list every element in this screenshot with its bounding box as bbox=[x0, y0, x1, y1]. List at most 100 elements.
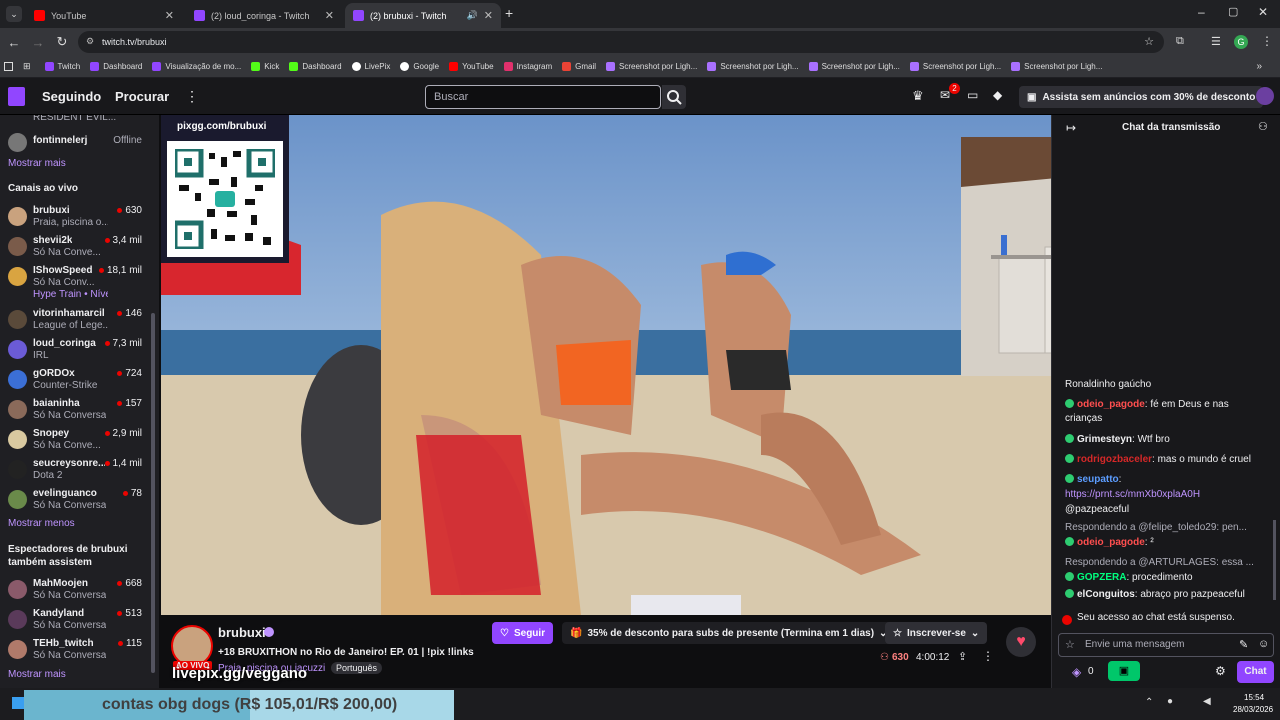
channel-name[interactable]: brubuxi bbox=[218, 625, 266, 640]
language-tag[interactable]: Português bbox=[331, 662, 383, 674]
address-bar[interactable]: ⚙ twitch.tv/brubuxi ☆ bbox=[78, 31, 1164, 53]
nav-browse[interactable]: Procurar bbox=[115, 89, 169, 104]
sidebar-channel-evelinguanco[interactable]: evelinguanco Só Na Conversa 78 bbox=[0, 486, 152, 516]
microphone-icon[interactable]: ● bbox=[1167, 696, 1173, 707]
chat-scrollbar[interactable] bbox=[1273, 520, 1276, 600]
nav-following[interactable]: Seguindo bbox=[42, 89, 101, 104]
close-icon[interactable]: ✕ bbox=[325, 9, 334, 22]
show-more-link[interactable]: Mostrar mais bbox=[8, 669, 66, 680]
sidebar-channel-brubuxi[interactable]: brubuxi Praia, piscina o... 630 bbox=[0, 203, 152, 233]
prime-crown-icon[interactable]: ♛ bbox=[912, 88, 924, 104]
chat-username[interactable]: GOPZERA bbox=[1077, 572, 1126, 583]
sidebar-channel-ishowspeed[interactable]: IShowSpeed Só Na Conv... 18,1 mil Hype Trai… bbox=[0, 263, 152, 300]
search-input[interactable]: Buscar bbox=[425, 85, 661, 109]
tray-chevron-icon[interactable]: ⌃ bbox=[1145, 697, 1153, 708]
more-bookmarks-icon[interactable]: » bbox=[1256, 61, 1262, 72]
video-player[interactable] bbox=[161, 115, 1051, 615]
bits-icon[interactable]: ◆ bbox=[993, 88, 1002, 102]
close-icon[interactable]: ✕ bbox=[165, 9, 174, 22]
minimize-button[interactable]: – bbox=[1198, 5, 1205, 19]
chat-username[interactable]: odeio_pagode bbox=[1077, 537, 1145, 548]
sidebar-channel-tehb-twitch[interactable]: TEHb_twitch Só Na Conversa 115 bbox=[0, 636, 152, 666]
forward-button[interactable]: → bbox=[26, 35, 50, 50]
windows-start-icon[interactable] bbox=[12, 697, 24, 709]
emote-icon[interactable]: ☺ bbox=[1258, 638, 1269, 650]
clock-time[interactable]: 15:54 bbox=[1244, 693, 1264, 702]
menu-icon[interactable]: ⋮ bbox=[1261, 34, 1273, 48]
sidebar-channel-baianinha[interactable]: baianinha Só Na Conversa 157 bbox=[0, 396, 152, 426]
sidebar-channel-gordox[interactable]: gORDOx Counter-Strike 724 bbox=[0, 366, 152, 396]
whispers-icon[interactable]: ▭ bbox=[967, 88, 978, 102]
chat-settings-icon[interactable]: ⚙ bbox=[1215, 664, 1226, 678]
show-more-link[interactable]: Mostrar mais bbox=[8, 158, 66, 169]
tab-search-button[interactable]: ⌄ bbox=[6, 6, 22, 22]
follow-button[interactable]: ♡ Seguir bbox=[492, 622, 554, 644]
close-window-button[interactable]: ✕ bbox=[1258, 5, 1268, 19]
reload-button[interactable]: ↻ bbox=[50, 34, 74, 50]
bookmark-item[interactable]: LivePix bbox=[351, 62, 390, 71]
user-avatar[interactable] bbox=[1256, 87, 1274, 105]
chat-username[interactable]: rodrigozbaceler bbox=[1077, 454, 1152, 465]
extensions-icon[interactable]: ⧉ bbox=[1176, 35, 1184, 48]
bookmark-item[interactable]: Screenshot por Ligh... bbox=[1011, 62, 1102, 71]
sidebar-toggle-icon[interactable] bbox=[4, 62, 13, 71]
claim-bonus-button[interactable]: ▣ bbox=[1108, 661, 1140, 681]
tab-brubuxi[interactable]: (2) brubuxi - Twitch 🔊 ✕ bbox=[345, 3, 501, 28]
new-tab-button[interactable]: + bbox=[505, 5, 513, 21]
bookmark-item[interactable]: Kick bbox=[251, 62, 279, 71]
bookmark-item[interactable]: Dashboard bbox=[289, 62, 342, 71]
site-info-icon[interactable]: ⚙ bbox=[86, 36, 94, 47]
bookmark-item[interactable]: Visualização de mo... bbox=[152, 62, 241, 71]
bookmark-item[interactable]: Screenshot por Ligh... bbox=[606, 62, 697, 71]
bookmark-item[interactable]: Twitch bbox=[44, 62, 80, 71]
collapse-chat-icon[interactable]: ↦ bbox=[1066, 121, 1076, 135]
sidebar-channel-snopey[interactable]: Snopey Só Na Conve... 2,9 mil bbox=[0, 426, 152, 456]
bookmark-item[interactable]: Screenshot por Ligh... bbox=[707, 62, 799, 71]
magic-wand-icon[interactable]: ✎ bbox=[1239, 638, 1248, 651]
chat-username[interactable]: Grimesteyn bbox=[1077, 434, 1132, 445]
speaker-icon[interactable]: 🔊 bbox=[467, 10, 478, 21]
more-icon[interactable]: ⋮ bbox=[185, 88, 199, 105]
bookmark-item[interactable]: Screenshot por Ligh... bbox=[909, 62, 1001, 71]
twitch-logo-icon[interactable] bbox=[8, 87, 25, 106]
volume-icon[interactable]: ◀ bbox=[1203, 696, 1211, 707]
chat-send-button[interactable]: Chat bbox=[1237, 661, 1274, 683]
sidebar-channel-seucreysonre-[interactable]: seucreysonre... Dota 2 1,4 mil bbox=[0, 456, 152, 486]
bookmark-item[interactable]: Dashboard bbox=[90, 62, 142, 71]
sidebar-channel-offline[interactable]: fontinnelerj Offline bbox=[0, 129, 152, 159]
sidebar-channel-kandyland[interactable]: Kandyland Só Na Conversa 513 bbox=[0, 606, 152, 636]
subscribe-button[interactable]: ☆ Inscrever-se ⌄ bbox=[885, 622, 988, 644]
more-options-icon[interactable]: ⋮ bbox=[982, 649, 994, 663]
show-less-link[interactable]: Mostrar menos bbox=[8, 518, 75, 529]
profile-avatar[interactable]: G bbox=[1234, 35, 1248, 49]
bookmark-item[interactable]: Instagram bbox=[503, 62, 552, 71]
bookmark-star-icon[interactable]: ☆ bbox=[1144, 35, 1154, 48]
sidebar-scrollbar[interactable] bbox=[151, 313, 155, 673]
sidebar-channel-vitorinhamarcilio[interactable]: vitorinhamarcilioLeague of Lege... 146 bbox=[0, 306, 152, 336]
close-icon[interactable]: ✕ bbox=[484, 9, 493, 22]
sidebar-channel-shevii2k[interactable]: shevii2k Só Na Conve... 3,4 mil bbox=[0, 233, 152, 263]
gift-subs-promo[interactable]: 🎁 35% de desconto para subs de presente (… bbox=[562, 622, 896, 644]
share-icon[interactable]: ⇪ bbox=[958, 650, 967, 663]
chat-users-icon[interactable]: ⚇ bbox=[1258, 120, 1268, 133]
bookmark-item[interactable]: Screenshot por Ligh... bbox=[808, 62, 900, 71]
sidebar-channel-loud-coringa[interactable]: loud_coringa IRL 7,3 mil bbox=[0, 336, 152, 366]
chat-username[interactable]: seupatto bbox=[1077, 474, 1119, 485]
ad-free-promo-button[interactable]: ▣ Assista sem anúncios com 30% de descon… bbox=[1019, 86, 1264, 108]
chat-input[interactable]: ☆ Envie uma mensagem ✎ ☺ bbox=[1058, 633, 1274, 657]
channel-points-icon[interactable]: ◈ bbox=[1072, 665, 1081, 679]
media-control-icon[interactable]: ☰ bbox=[1211, 35, 1221, 48]
maximize-button[interactable]: ▢ bbox=[1228, 5, 1238, 18]
clock-date[interactable]: 28/03/2026 bbox=[1233, 705, 1273, 714]
bookmark-item[interactable]: YouTube bbox=[449, 62, 494, 71]
bookmark-item[interactable]: Google bbox=[400, 62, 439, 71]
chat-username[interactable]: elConguitos bbox=[1077, 589, 1135, 600]
tab-youtube[interactable]: YouTube ✕ bbox=[26, 3, 182, 28]
tab-loud-coringa[interactable]: (2) loud_coringa - Twitch ✕ bbox=[186, 3, 342, 28]
apps-icon[interactable]: ⊞ bbox=[23, 61, 31, 72]
search-button[interactable] bbox=[662, 85, 686, 109]
sidebar-channel-mahmoojen[interactable]: MahMoojen Só Na Conversa 668 bbox=[0, 576, 152, 606]
bookmark-item[interactable]: Gmail bbox=[562, 62, 596, 71]
chat-username[interactable]: odeio_pagode bbox=[1077, 399, 1145, 410]
back-button[interactable]: ← bbox=[2, 35, 26, 50]
